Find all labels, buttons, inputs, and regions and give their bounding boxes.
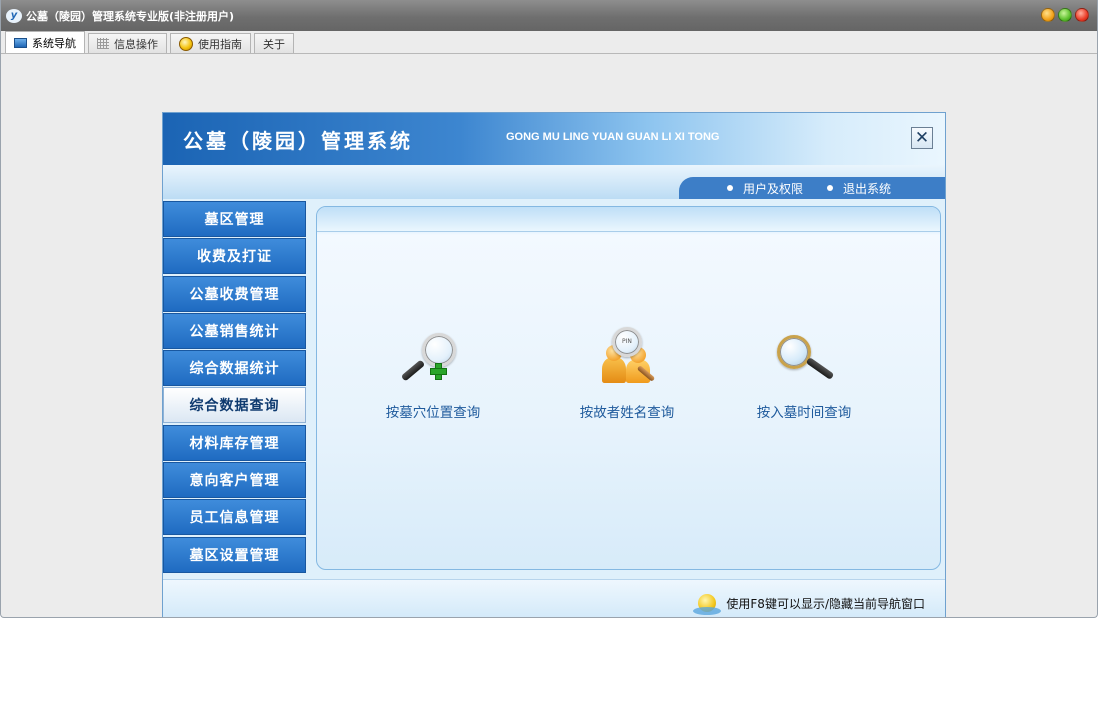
window-title: 公墓（陵园）管理系统专业版(非注册用户)	[26, 9, 235, 23]
query-label: 按入墓时间查询	[756, 405, 852, 421]
query-by-burial-date[interactable]: 按入墓时间查询	[724, 327, 884, 421]
query-label: 按故者姓名查询	[579, 405, 675, 421]
close-window-button[interactable]	[1075, 8, 1089, 22]
bullet-icon	[826, 185, 833, 191]
people-search-icon: PIN	[592, 327, 662, 387]
sidebar-menu: 墓区管理 收费及打证 公墓收费管理 公墓销售统计 综合数据统计 综合数据查询 材…	[163, 201, 306, 574]
link-label: 用户及权限	[742, 181, 803, 196]
user-permissions-link[interactable]: 用户及权限	[726, 180, 803, 197]
sidebar-item-area-settings[interactable]: 墓区设置管理	[163, 536, 306, 573]
window-controls	[1041, 8, 1089, 22]
tab-strip: 系统导航 信息操作 使用指南 关于	[1, 31, 1097, 54]
bullet-icon	[726, 185, 733, 191]
sidebar-item-prospects[interactable]: 意向客户管理	[163, 462, 306, 499]
grid-icon	[97, 38, 109, 49]
tip-text: 使用F8键可以显示/隐藏当前导航窗口	[726, 596, 925, 611]
magnifier-icon	[769, 327, 839, 387]
tab-system-navigation[interactable]: 系统导航	[5, 31, 85, 53]
sidebar-item-fee-management[interactable]: 公墓收费管理	[163, 275, 306, 312]
tab-label: 信息操作	[114, 37, 158, 51]
monitor-icon	[14, 37, 27, 48]
banner: 公墓（陵园）管理系统 GONG MU LING YUAN GUAN LI XI …	[163, 113, 945, 165]
tab-about[interactable]: 关于	[254, 33, 294, 53]
tab-label: 系统导航	[32, 36, 76, 50]
tab-label: 关于	[263, 37, 285, 51]
app-logo-icon: y	[6, 8, 22, 23]
tip-bulb-icon	[693, 594, 722, 615]
app-window: y 公墓（陵园）管理系统专业版(非注册用户) 系统导航 信息操作 使用指南 关于…	[0, 0, 1098, 618]
sidebar-item-inventory[interactable]: 材料库存管理	[163, 424, 306, 461]
tab-user-guide[interactable]: 使用指南	[170, 33, 251, 53]
query-by-name[interactable]: PIN 按故者姓名查询	[547, 327, 707, 421]
footer-bar: 使用F8键可以显示/隐藏当前导航窗口	[163, 579, 945, 617]
close-panel-button[interactable]: ✕	[911, 127, 933, 149]
f8-tip: 使用F8键可以显示/隐藏当前导航窗口	[693, 594, 925, 615]
navigation-panel: 公墓（陵园）管理系统 GONG MU LING YUAN GUAN LI XI …	[162, 112, 946, 617]
sidebar-item-fees-certificates[interactable]: 收费及打证	[163, 238, 306, 275]
query-by-location[interactable]: 按墓穴位置查询	[353, 327, 513, 421]
title-bar: y 公墓（陵园）管理系统专业版(非注册用户)	[1, 0, 1097, 31]
query-label: 按墓穴位置查询	[385, 405, 481, 421]
coin-icon	[179, 36, 193, 51]
link-label: 退出系统	[842, 181, 891, 196]
exit-system-link[interactable]: 退出系统	[826, 180, 891, 197]
minimize-button[interactable]	[1041, 8, 1055, 22]
content-frame: 按墓穴位置查询 PIN 按故者姓名查询 按入墓时间查询	[316, 206, 941, 570]
sidebar-item-data-query[interactable]: 综合数据查询	[163, 387, 306, 424]
tab-label: 使用指南	[198, 37, 242, 51]
sidebar-item-cemetery-area[interactable]: 墓区管理	[163, 201, 306, 237]
sidebar-item-sales-statistics[interactable]: 公墓销售统计	[163, 312, 306, 349]
sidebar-item-data-statistics[interactable]: 综合数据统计	[163, 350, 306, 387]
tab-info-operations[interactable]: 信息操作	[88, 33, 167, 53]
top-link-tab: 用户及权限 退出系统	[679, 177, 945, 199]
magnifier-plus-icon	[398, 327, 468, 387]
maximize-button[interactable]	[1058, 8, 1072, 22]
top-link-bar: 用户及权限 退出系统	[163, 165, 945, 199]
content-frame-header	[317, 207, 940, 232]
sidebar-item-staff[interactable]: 员工信息管理	[163, 499, 306, 536]
banner-pinyin: GONG MU LING YUAN GUAN LI XI TONG	[506, 131, 720, 143]
banner-title: 公墓（陵园）管理系统	[183, 129, 413, 153]
